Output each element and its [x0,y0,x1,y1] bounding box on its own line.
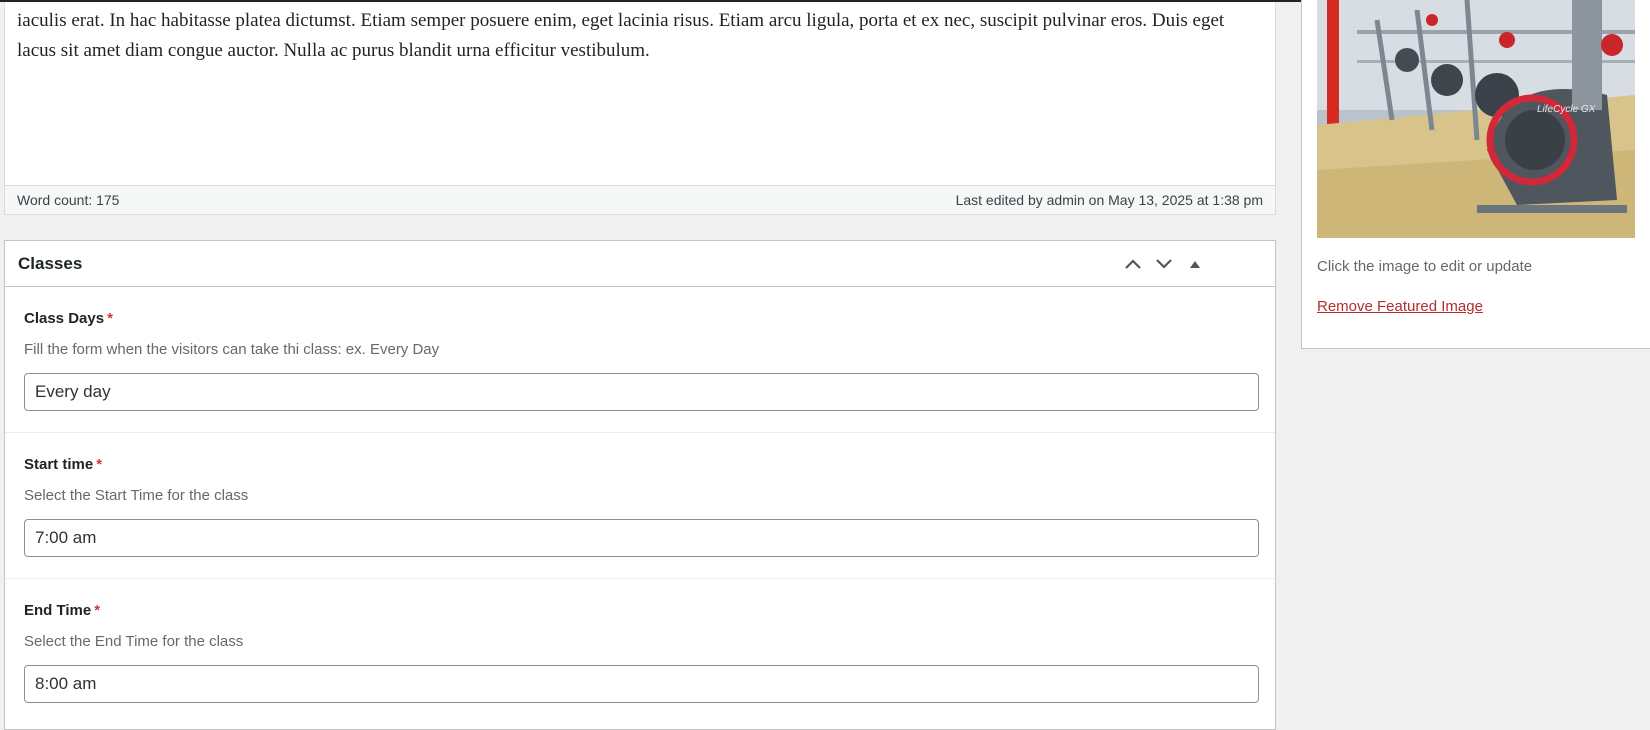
last-edited-info: Last edited by admin on May 13, 2025 at … [955,192,1263,208]
required-marker: * [94,602,101,619]
editor-body-text[interactable]: iaculis erat. In hac habitasse platea di… [5,2,1275,66]
chevron-up-icon [1125,259,1141,269]
field-label-wrap: Class Days * [24,310,113,327]
featured-image-panel: LifeCycle GX Click the image to edit or … [1301,0,1650,349]
field-label: Start time [24,456,94,473]
field-label: Class Days [24,310,105,327]
required-marker: * [107,310,113,327]
field-start-time: Start time * Select the Start Time for th… [5,433,1275,579]
metabox-title: Classes [18,254,83,273]
field-description: Select the End Time for the class [24,633,244,650]
chevron-down-icon [1156,259,1172,269]
triangle-up-icon [1190,260,1200,268]
end-time-input[interactable] [24,665,1259,703]
field-class-days: Class Days * Fill the form when the visit… [5,287,1275,433]
field-label-wrap: Start time * [24,456,102,473]
move-up-button[interactable] [1119,251,1147,277]
remove-featured-image-link[interactable]: Remove Featured Image [1317,298,1483,315]
toggle-panel-button[interactable] [1181,251,1209,277]
required-marker: * [96,456,103,473]
field-description: Select the Start Time for the class [24,487,249,504]
class-days-input[interactable] [24,373,1259,411]
field-end-time: End Time * Select the End Time for the cl… [5,579,1275,724]
move-down-button[interactable] [1150,251,1178,277]
word-count: Word count: 175 [17,192,120,208]
featured-image[interactable]: LifeCycle GX [1317,0,1635,238]
field-label: End Time [24,602,92,619]
start-time-input[interactable] [24,519,1259,557]
metabox-header: Classes [5,241,1275,287]
image-brand-text: LifeCycle GX [1537,104,1596,115]
editor-status-bar: Word count: 175 Last edited by admin on … [4,185,1276,215]
field-description: Fill the form when the visitors can take… [24,341,440,358]
featured-image-hint: Click the image to edit or update [1317,258,1533,275]
classes-metabox: Classes Class Days * Fill the form when t… [4,240,1276,730]
field-label-wrap: End Time * [24,602,100,619]
post-editor[interactable]: iaculis erat. In hac habitasse platea di… [4,2,1276,185]
